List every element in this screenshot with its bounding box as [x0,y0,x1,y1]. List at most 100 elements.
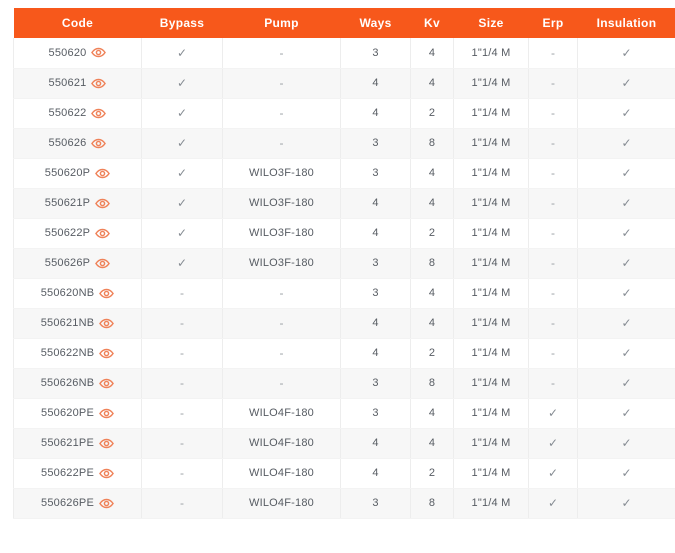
cell-erp: ✓ [529,428,578,458]
cell-value: 4 [429,197,435,209]
cell-insulation: ✓ [578,338,675,368]
cell-value: 4 [429,167,435,179]
column-header-insulation: Insulation [578,8,675,38]
cell-size: 1"1/4 M [454,248,529,278]
eye-icon[interactable] [95,258,110,269]
cell-kv: 4 [411,38,454,68]
cell-code: 550626PE [14,488,142,518]
check-mark: ✓ [177,166,187,180]
cell-value: 4 [372,227,378,239]
check-mark: ✓ [621,496,631,510]
code-cell: 550622 [14,107,141,119]
cell-kv: 4 [411,398,454,428]
code-cell: 550626PE [14,497,141,509]
cell-pump: - [223,368,341,398]
cell-code: 550626P [14,248,142,278]
cell-insulation: ✓ [578,68,675,98]
eye-icon[interactable] [95,228,110,239]
cell-value: 4 [372,437,378,449]
cell-insulation: ✓ [578,368,675,398]
cell-erp: - [529,128,578,158]
cell-value: WILO3F-180 [249,197,314,209]
eye-icon[interactable] [99,318,114,329]
eye-icon[interactable] [99,378,114,389]
eye-icon[interactable] [99,438,114,449]
dash-value: - [551,76,555,90]
cell-value: 4 [429,287,435,299]
dash-value: - [180,376,184,390]
cell-size: 1"1/4 M [454,488,529,518]
table-body: 550620 ✓-341"1/4 M-✓550621 ✓-441"1/4 M-✓… [14,38,675,518]
eye-icon[interactable] [91,47,106,58]
check-mark: ✓ [621,136,631,150]
check-mark: ✓ [621,256,631,270]
cell-code: 550622NB [14,338,142,368]
cell-value: 1"1/4 M [472,347,511,359]
table-row: 550620PE -WILO4F-180341"1/4 M✓✓ [14,398,675,428]
cell-value: 1"1/4 M [472,467,511,479]
cell-pump: WILO4F-180 [223,458,341,488]
cell-bypass: ✓ [142,128,223,158]
eye-icon[interactable] [91,108,106,119]
column-header-code: Code [14,8,142,38]
eye-icon[interactable] [99,288,114,299]
product-code: 550620NB [41,287,95,299]
cell-erp: - [529,68,578,98]
cell-kv: 8 [411,248,454,278]
cell-erp: - [529,158,578,188]
product-code: 550622 [49,107,87,119]
cell-pump: WILO4F-180 [223,398,341,428]
eye-icon[interactable] [99,408,114,419]
cell-value: WILO4F-180 [249,467,314,479]
code-cell: 550620P [14,167,141,179]
cell-pump: WILO4F-180 [223,428,341,458]
code-cell: 550620PE [14,407,141,419]
cell-ways: 3 [341,128,411,158]
cell-kv: 8 [411,488,454,518]
eye-icon[interactable] [99,348,114,359]
cell-value: 1"1/4 M [472,137,511,149]
check-mark: ✓ [621,376,631,390]
cell-bypass: ✓ [142,38,223,68]
table-row: 550621NB --441"1/4 M-✓ [14,308,675,338]
dash-value: - [280,316,284,330]
eye-icon[interactable] [91,138,106,149]
cell-ways: 4 [341,68,411,98]
dash-value: - [180,286,184,300]
cell-erp: - [529,248,578,278]
product-spec-page: Code Bypass Pump Ways Kv Size Erp Insula… [0,0,675,553]
dash-value: - [280,46,284,60]
dash-value: - [551,166,555,180]
cell-value: 1"1/4 M [472,317,511,329]
cell-code: 550626 [14,128,142,158]
cell-bypass: ✓ [142,218,223,248]
cell-ways: 3 [341,368,411,398]
cell-insulation: ✓ [578,218,675,248]
column-header-erp: Erp [529,8,578,38]
cell-erp: - [529,308,578,338]
cell-bypass: - [142,488,223,518]
eye-icon[interactable] [95,198,110,209]
dash-value: - [280,286,284,300]
table-row: 550620NB --341"1/4 M-✓ [14,278,675,308]
eye-icon[interactable] [99,468,114,479]
eye-icon[interactable] [95,168,110,179]
eye-icon[interactable] [99,498,114,509]
check-mark: ✓ [621,226,631,240]
cell-size: 1"1/4 M [454,38,529,68]
cell-insulation: ✓ [578,398,675,428]
cell-pump: WILO3F-180 [223,158,341,188]
cell-insulation: ✓ [578,248,675,278]
check-mark: ✓ [177,136,187,150]
cell-code: 550622P [14,218,142,248]
product-code: 550622P [45,227,90,239]
eye-icon[interactable] [91,78,106,89]
cell-bypass: - [142,398,223,428]
cell-value: 2 [429,467,435,479]
code-cell: 550626 [14,137,141,149]
cell-bypass: ✓ [142,98,223,128]
cell-size: 1"1/4 M [454,398,529,428]
product-code: 550626NB [41,377,95,389]
cell-value: 4 [372,467,378,479]
code-cell: 550626NB [14,377,141,389]
